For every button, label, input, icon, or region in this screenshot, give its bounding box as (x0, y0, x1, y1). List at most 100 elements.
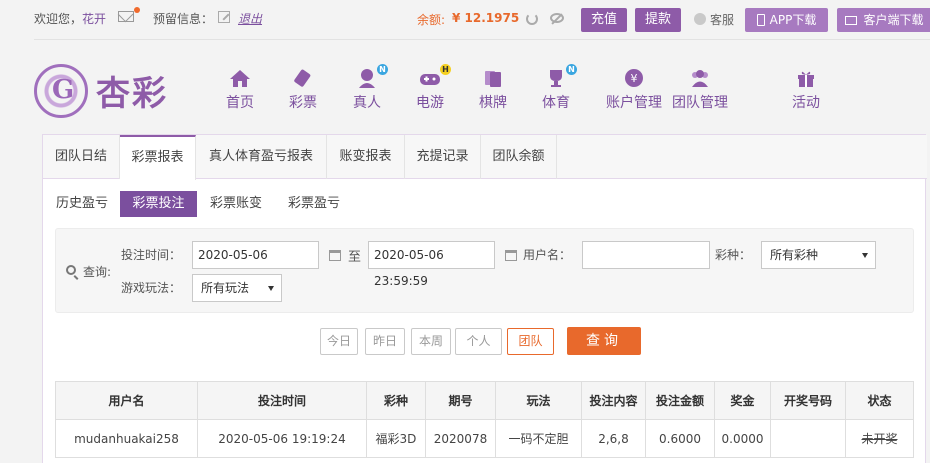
site-logo[interactable]: 杏彩 (34, 62, 174, 118)
hide-balance-icon[interactable] (550, 13, 564, 23)
client-download-button[interactable]: 客户端下载 (837, 8, 930, 32)
col-play: 玩法 (495, 381, 582, 420)
top-bar: 欢迎您，花开 预留信息： 退出 余额: ¥ 12.1975 充值 提款 客服 A… (0, 0, 930, 38)
username-label: 用户名： (523, 248, 572, 262)
customer-service-link[interactable]: 客服 (710, 11, 734, 28)
ticket-icon (292, 68, 314, 88)
new-badge: N (566, 64, 577, 75)
logo-text: 杏彩 (96, 74, 168, 114)
app-download-button[interactable]: APP下载 (745, 8, 828, 32)
nav-sports[interactable]: N 体育 (538, 64, 577, 112)
gift-icon (795, 68, 817, 88)
subtab-lottery-transactions[interactable]: 彩票账变 (203, 191, 269, 217)
nav-team-management[interactable]: 团队管理 (668, 68, 732, 112)
svg-text:¥: ¥ (631, 72, 638, 85)
col-username: 用户名 (55, 381, 198, 420)
calendar-icon[interactable] (505, 250, 517, 261)
cell-lottery: 福彩3D (366, 419, 426, 458)
col-content: 投注内容 (581, 381, 646, 420)
bet-time-label: 投注时间： (121, 248, 182, 262)
table-header-row: 用户名 投注时间 彩种 期号 玩法 投注内容 投注金额 奖金 开奖号码 状态 (55, 381, 914, 420)
calendar-icon[interactable] (329, 250, 341, 261)
subtab-lottery-bets[interactable]: 彩票投注 (120, 191, 197, 217)
col-lottery: 彩种 (366, 381, 426, 420)
customer-service-icon[interactable] (694, 13, 706, 25)
hot-badge: H (440, 64, 451, 75)
cell-content: 2,6,8 (581, 419, 646, 458)
nav-account-management[interactable]: ¥ 账户管理 (602, 68, 666, 112)
chevron-down-icon (862, 253, 868, 258)
divider (34, 39, 930, 40)
personal-button[interactable]: 个人 (455, 328, 502, 355)
query-label: 查询: (83, 265, 112, 279)
username-link[interactable]: 花开 (82, 12, 106, 26)
cell-play: 一码不定胆 (495, 419, 582, 458)
gamepad-icon: H (419, 64, 451, 88)
this-week-button[interactable]: 本周 (411, 328, 451, 355)
mail-icon[interactable] (118, 11, 134, 22)
home-icon (229, 68, 251, 88)
cell-username: mudanhuakai258 (55, 419, 198, 458)
col-status: 状态 (845, 381, 914, 420)
subtab-lottery-profit[interactable]: 彩票盈亏 (281, 191, 347, 217)
cards-icon (482, 68, 504, 88)
cell-draw-number (770, 419, 846, 458)
end-time-input[interactable]: 2020-05-06 23:59:59 (368, 241, 495, 288)
col-draw-number: 开奖号码 (770, 381, 846, 420)
today-button[interactable]: 今日 (320, 328, 358, 355)
tab-lottery-report[interactable]: 彩票报表 (120, 135, 196, 180)
to-label: 至 (348, 250, 362, 265)
balance-label: 余额: (417, 13, 446, 27)
search-icon (66, 265, 76, 275)
cell-status[interactable]: 未开奖 (845, 419, 914, 458)
filter-box: 查询: 投注时间： 2020-05-06 00:00:00 至 2020-05-… (55, 228, 914, 313)
lottery-type-label: 彩种： (715, 248, 752, 262)
reserved-info-label: 预留信息： (153, 12, 214, 26)
cell-amount: 0.6000 (645, 419, 715, 458)
refresh-icon[interactable] (526, 13, 538, 25)
report-tabs: 团队日结 彩票报表 真人体育盈亏报表 账变报表 充提记录 团队余额 (43, 135, 927, 180)
subtab-history-profit[interactable]: 历史盈亏 (49, 191, 115, 217)
unread-dot-icon (134, 7, 140, 13)
edit-icon[interactable] (218, 11, 230, 23)
new-badge: N (377, 64, 388, 75)
monitor-icon (845, 16, 858, 25)
recharge-button[interactable]: 充值 (581, 8, 627, 32)
welcome-text: 欢迎您，花开 (34, 12, 107, 26)
withdraw-button[interactable]: 提款 (635, 8, 681, 32)
col-prize: 奖金 (714, 381, 771, 420)
col-bet-time: 投注时间 (197, 381, 367, 420)
tab-live-sports-report[interactable]: 真人体育盈亏报表 (196, 135, 327, 179)
username-input[interactable] (582, 241, 710, 269)
table-row[interactable]: mudanhuakai258 2020-05-06 19:19:24 福彩3D … (55, 419, 914, 458)
team-button[interactable]: 团队 (507, 328, 554, 355)
yesterday-button[interactable]: 昨日 (365, 328, 405, 355)
tab-transactions-report[interactable]: 账变报表 (327, 135, 405, 179)
nav-board-games[interactable]: 棋牌 (475, 68, 511, 112)
dealer-icon: N (356, 64, 388, 88)
nav-promotions[interactable]: 活动 (789, 68, 823, 112)
tab-team-daily[interactable]: 团队日结 (43, 135, 120, 179)
nav-home[interactable]: 首页 (222, 68, 258, 112)
nav-slots[interactable]: H 电游 (412, 64, 451, 112)
nav-lottery[interactable]: 彩票 (285, 68, 321, 112)
logo-flower-icon (34, 64, 88, 118)
col-amount: 投注金额 (645, 381, 715, 420)
cell-bet-time: 2020-05-06 19:19:24 (197, 419, 367, 458)
start-time-input[interactable]: 2020-05-06 00:00:00 (192, 241, 319, 288)
play-type-label: 游戏玩法： (121, 281, 182, 295)
balance-value: ¥ 12.1975 (452, 11, 520, 25)
tab-team-balance[interactable]: 团队余额 (481, 135, 557, 179)
nav-live-casino[interactable]: N 真人 (349, 64, 388, 112)
lottery-type-select[interactable]: 所有彩种 (761, 241, 876, 269)
trophy-icon: N (545, 64, 577, 88)
logout-link[interactable]: 退出 (238, 10, 262, 27)
phone-icon (756, 14, 765, 26)
team-icon (689, 68, 711, 88)
query-button[interactable]: 查询 (567, 327, 641, 355)
play-type-select[interactable]: 所有玩法 (192, 274, 282, 302)
chevron-down-icon (268, 286, 274, 291)
bets-table: 用户名 投注时间 彩种 期号 玩法 投注内容 投注金额 奖金 开奖号码 状态 m… (55, 381, 914, 458)
tab-deposit-withdraw[interactable]: 充提记录 (405, 135, 481, 179)
cell-prize: 0.0000 (714, 419, 771, 458)
